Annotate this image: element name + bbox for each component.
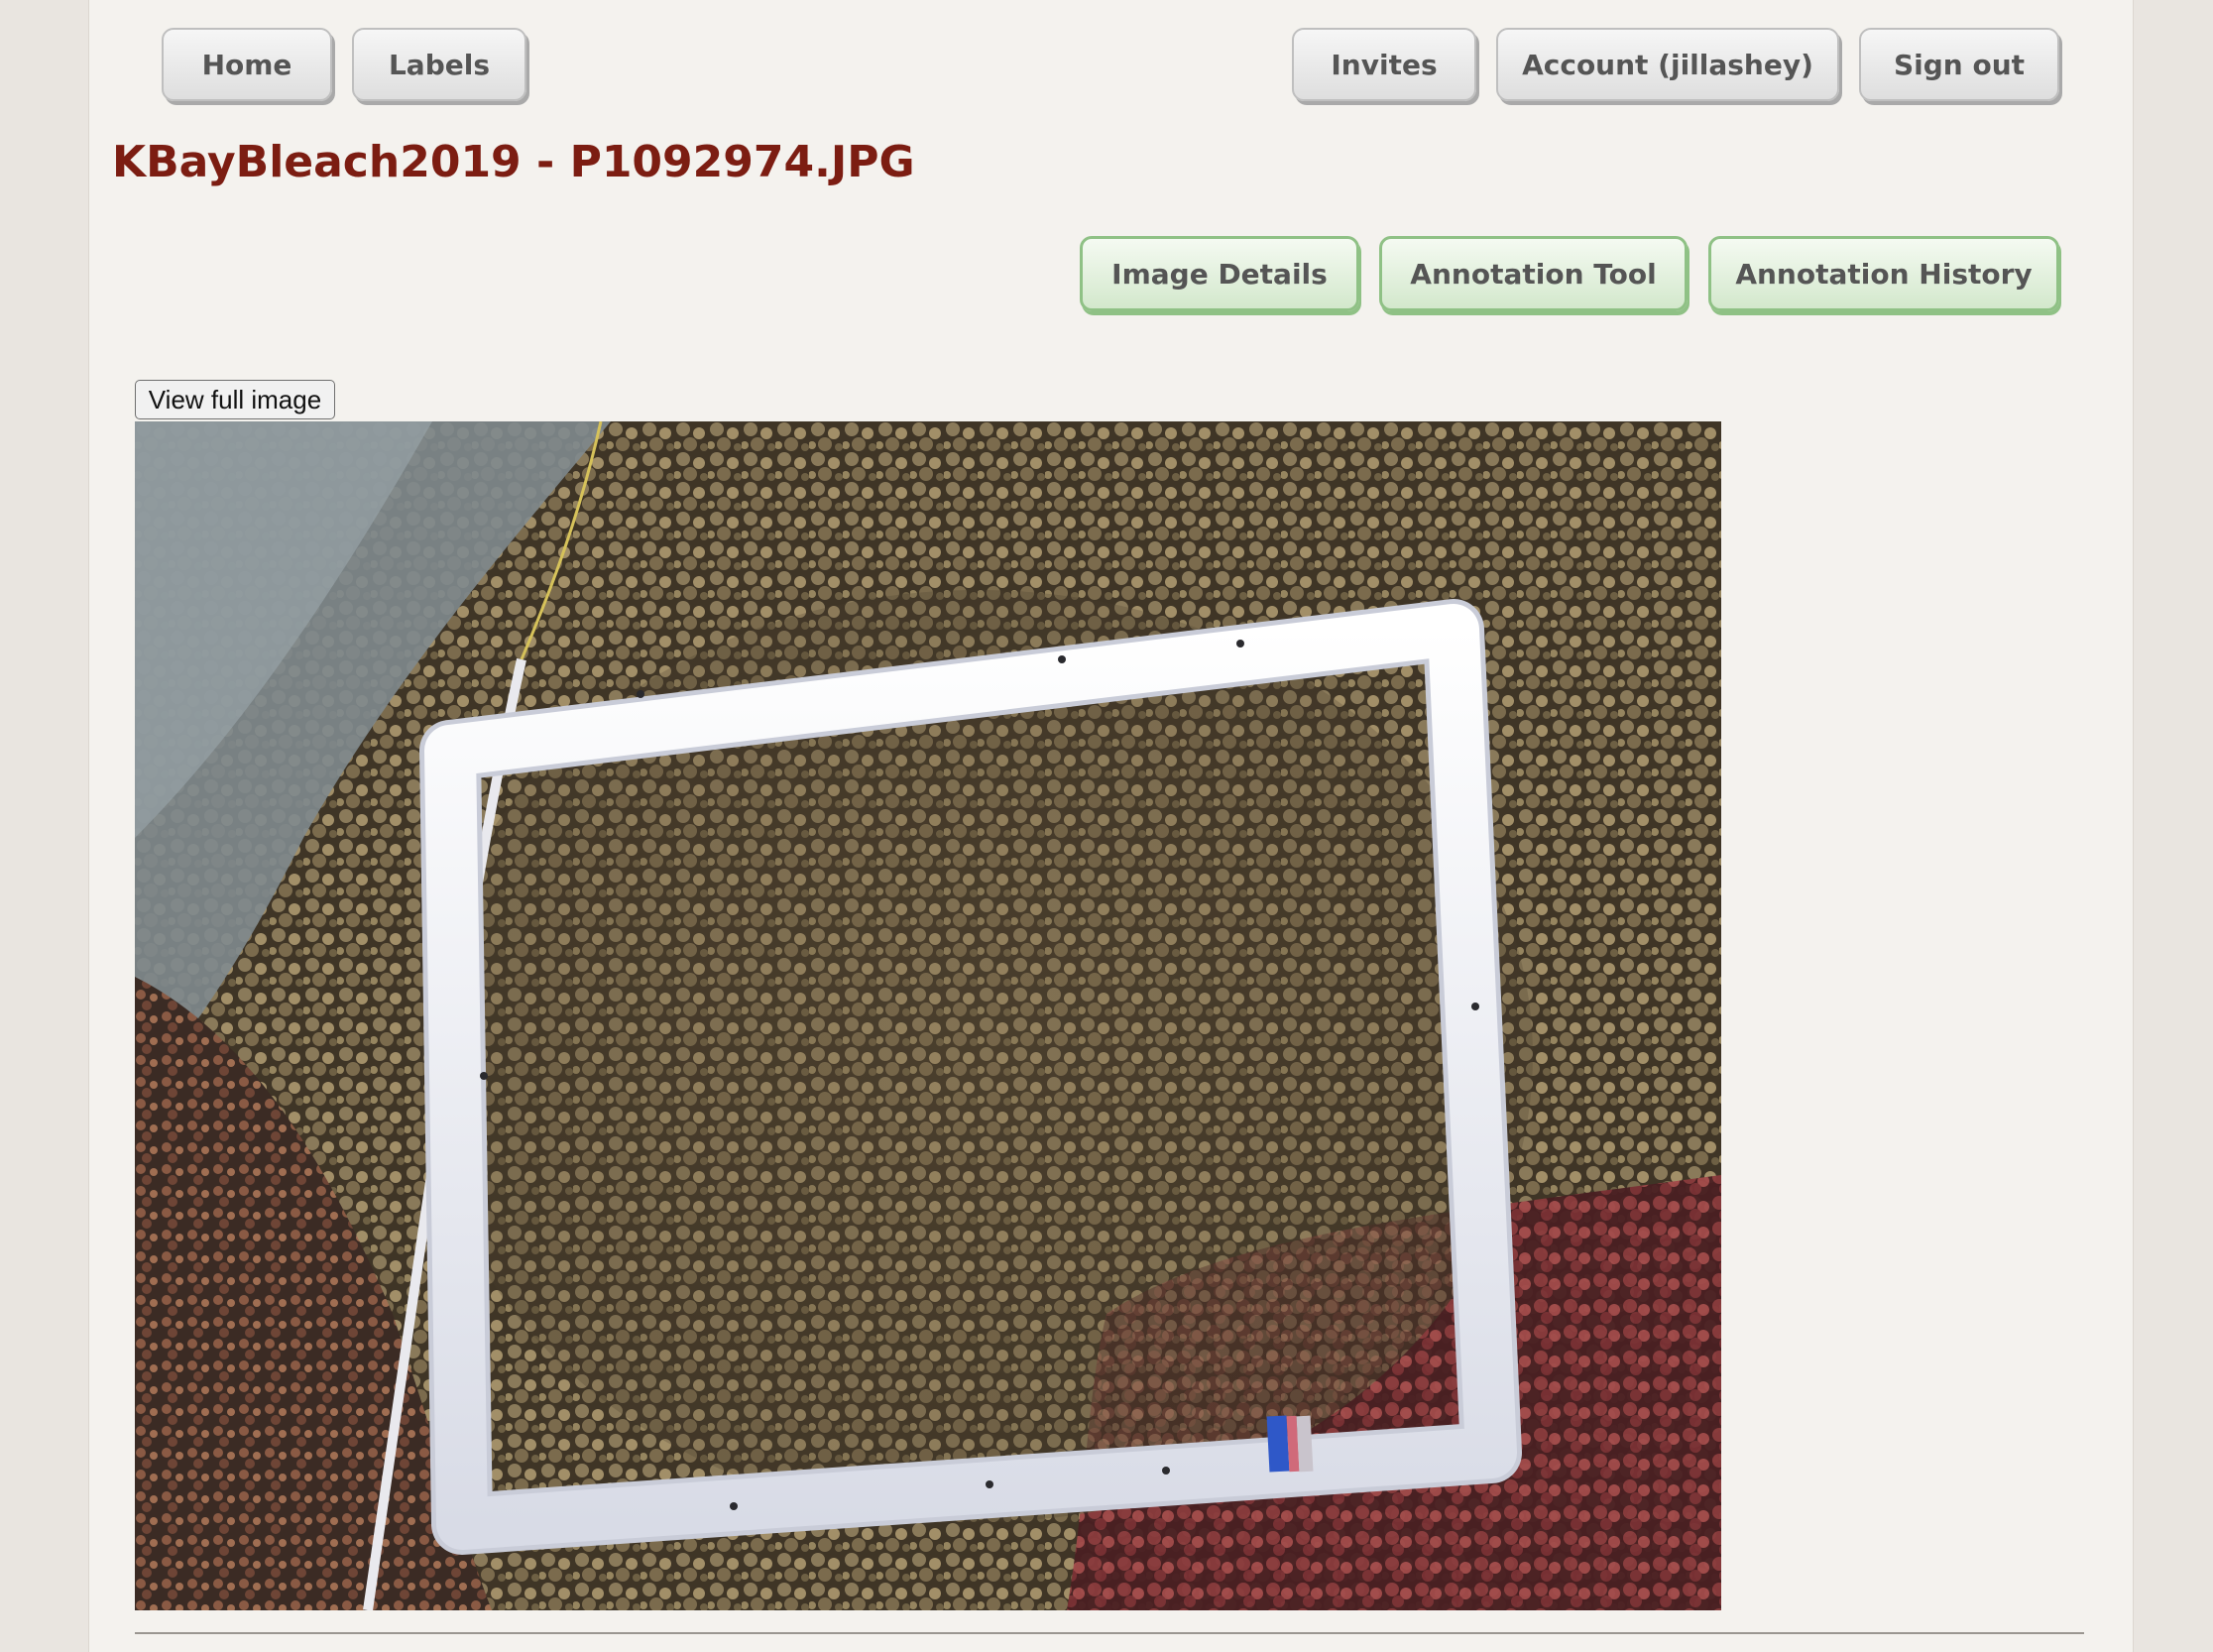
- page-title: KBayBleach2019 - P1092974.JPG: [112, 137, 915, 187]
- image-details-button[interactable]: Image Details: [1080, 236, 1359, 311]
- annotation-history-button[interactable]: Annotation History: [1708, 236, 2059, 311]
- view-full-image-button[interactable]: View full image: [135, 380, 335, 419]
- invites-button[interactable]: Invites: [1292, 28, 1476, 101]
- annotation-tool-button[interactable]: Annotation Tool: [1379, 236, 1688, 311]
- reef-photo: [135, 421, 1721, 1610]
- account-button[interactable]: Account (jillashey): [1496, 28, 1839, 101]
- home-button[interactable]: Home: [162, 28, 332, 101]
- labels-button[interactable]: Labels: [352, 28, 526, 101]
- divider: [135, 1632, 2084, 1634]
- sign-out-button[interactable]: Sign out: [1859, 28, 2059, 101]
